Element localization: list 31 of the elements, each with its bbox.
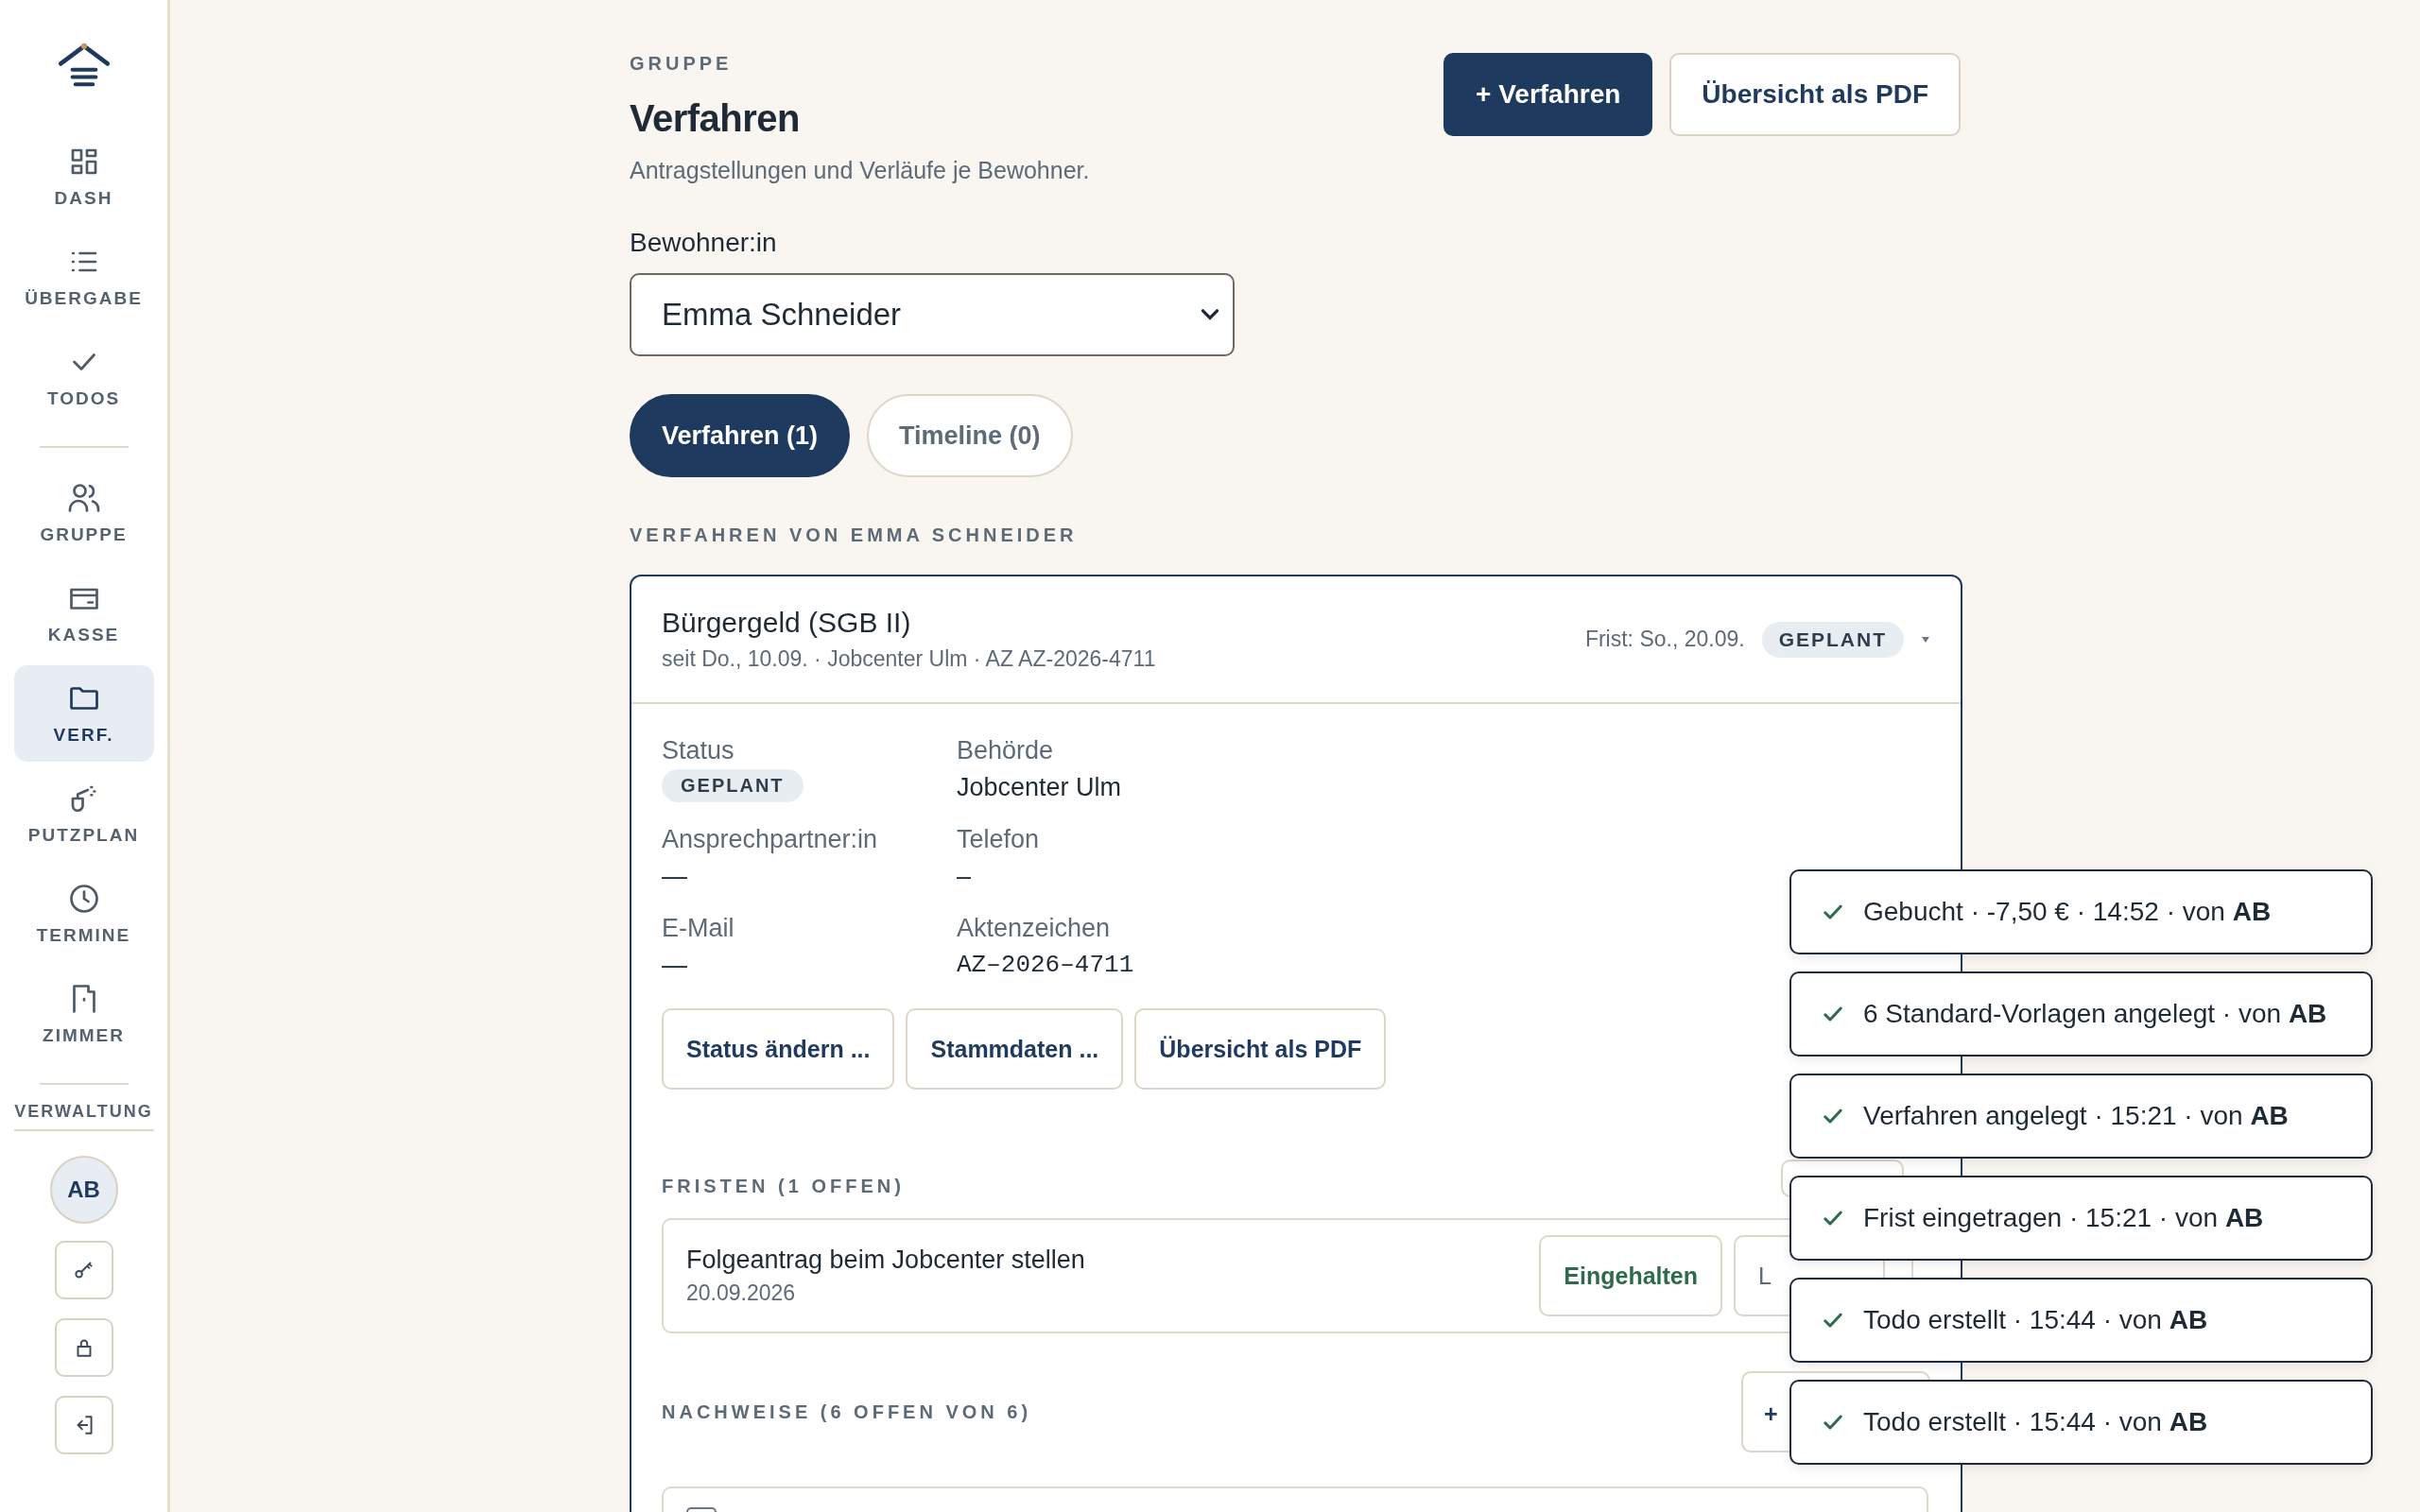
section-label: VERWALTUNG bbox=[14, 1102, 153, 1122]
deadline-date: 20.09.2026 bbox=[686, 1280, 797, 1306]
detail-value: — bbox=[662, 862, 688, 891]
detail-label: Aktenzeichen bbox=[957, 914, 1112, 943]
deadline-title: Folgeantrag beim Jobcenter stellen bbox=[686, 1246, 1085, 1275]
detail-value: AZ–2026–4711 bbox=[957, 951, 1135, 979]
page-subtitle: Antragstellungen und Verläufe je Bewohner. bbox=[630, 157, 1090, 184]
field-label: Bewohner:in bbox=[630, 228, 778, 258]
section-title: NACHWEISE (6 OFFEN VON 6) bbox=[662, 1400, 1032, 1423]
page-title: Verfahren bbox=[630, 97, 802, 140]
detail-label: E-Mail bbox=[662, 914, 735, 943]
procedure-title: Bürgergeld (SGB II) bbox=[662, 607, 912, 639]
section-title: FRISTEN (1 OFFEN) bbox=[662, 1176, 905, 1197]
toast-message: Frist eingetragen · 15:21 · von AB bbox=[1863, 1203, 2264, 1233]
toast-message: 6 Standard-Vorlagen angelegt · von AB bbox=[1863, 999, 2327, 1029]
toast-message: Todo erstellt · 15:44 · von AB bbox=[1863, 1407, 2208, 1437]
detail-label: Behörde bbox=[957, 736, 1055, 765]
detail-value: Jobcenter Ulm bbox=[957, 773, 1123, 802]
deadline-text: Frist: So., 20.09. bbox=[1584, 627, 1745, 652]
toast-message: Gebucht · -7,50 € · 14:52 · von AB bbox=[1863, 897, 2272, 927]
section-title: VERFAHREN VON EMMA SCHNEIDER bbox=[630, 524, 1079, 546]
procedure-meta: seit Do., 10.09. · Jobcenter Ulm · AZ AZ-2026-4711 bbox=[662, 646, 1156, 672]
status-badge: GEPLANT bbox=[662, 769, 804, 802]
detail-value: – bbox=[957, 862, 973, 891]
detail-label: Ansprechpartner:in bbox=[662, 825, 879, 854]
toast-message: Verfahren angelegt · 15:21 · von AB bbox=[1863, 1101, 2289, 1131]
detail-value: — bbox=[662, 951, 688, 980]
detail-label: Status bbox=[662, 736, 735, 765]
status-badge: GEPLANT bbox=[1761, 621, 1904, 658]
page-eyebrow: GRUPPE bbox=[630, 53, 734, 75]
detail-label: Telefon bbox=[957, 825, 1041, 854]
